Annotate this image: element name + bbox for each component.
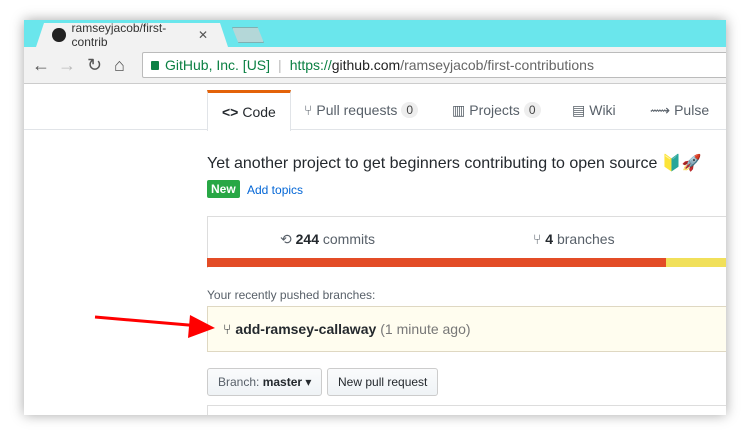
commits-label: commits [322, 231, 375, 247]
page-content: <> Code ⑂ Pull requests 0 ▥ Projects 0 ▤ Wiki … [24, 85, 726, 415]
branch-select-button[interactable]: Branch: master ▾ [207, 368, 323, 396]
tab-code[interactable]: <> Code [207, 90, 291, 131]
branch-icon: ⑂ [223, 321, 232, 337]
tab-pulse[interactable]: ⟿ Pulse [650, 90, 709, 130]
tab-pull-requests[interactable]: ⑂ Pull requests 0 [304, 90, 419, 130]
code-icon: <> [222, 104, 239, 120]
tab-label: Wiki [589, 102, 616, 118]
security-label: GitHub, Inc. [US] [165, 57, 271, 73]
new-pull-request-button[interactable]: New pull request [327, 368, 439, 396]
branch-name: master [262, 375, 303, 389]
language-bar[interactable] [207, 258, 726, 267]
caret-down-icon: ▾ [305, 375, 312, 389]
toolbar: ← → ↻ ⌂ GitHub, Inc. [US] | https://gith… [24, 47, 726, 84]
branches-count: 4 [545, 231, 554, 247]
github-icon [52, 28, 66, 42]
branch-time: (1 minute ago) [380, 321, 471, 337]
new-pr-label: New pull request [338, 375, 428, 389]
history-icon: ⟲ [280, 231, 292, 247]
url-host: github.com [331, 57, 401, 73]
new-tab-button[interactable] [232, 27, 264, 43]
pull-request-icon: ⑂ [304, 102, 313, 118]
pulse-icon: ⟿ [650, 101, 671, 118]
branches-label: branches [556, 231, 615, 247]
tab-strip: ramseyjacob/first-contrib ✕ [24, 20, 726, 47]
home-icon[interactable]: ⌂ [114, 55, 125, 76]
tab-label: Pull requests [316, 102, 398, 118]
close-tab-icon[interactable]: ✕ [198, 28, 208, 42]
add-topics-link[interactable]: Add topics [247, 183, 303, 197]
tab-label: Projects [469, 102, 520, 118]
recent-branches-label: Your recently pushed branches: [207, 288, 376, 302]
tab-label: Pulse [674, 102, 710, 118]
tab-label: Code [242, 104, 276, 120]
repo-nav: <> Code ⑂ Pull requests 0 ▥ Projects 0 ▤ Wiki … [24, 90, 726, 131]
url-path: /ramseyjacob/first-contributions [400, 57, 594, 73]
book-icon: ▤ [572, 101, 586, 118]
branch-prefix: Branch: [218, 375, 260, 389]
branch-link[interactable]: add-ramsey-callaway [235, 321, 376, 337]
commits-link[interactable]: ⟲ 244 commits [280, 231, 375, 248]
count-badge: 0 [523, 102, 541, 118]
browser-tab[interactable]: ramseyjacob/first-contrib ✕ [36, 23, 228, 47]
tab-wiki[interactable]: ▤ Wiki [572, 90, 616, 130]
tab-title: ramseyjacob/first-contrib [71, 21, 167, 49]
url-scheme: https:// [289, 57, 332, 73]
language-segment[interactable] [666, 258, 726, 267]
branch-icon: ⑂ [533, 231, 542, 247]
tab-projects[interactable]: ▥ Projects 0 [452, 90, 541, 130]
new-badge: New [207, 180, 240, 198]
lock-icon [151, 60, 159, 70]
project-icon: ▥ [452, 101, 466, 118]
repo-description: Yet another project to get beginners con… [207, 155, 702, 172]
language-segment[interactable] [207, 258, 666, 267]
file-list [207, 405, 726, 415]
reload-icon[interactable]: ↻ [87, 55, 102, 76]
count-badge: 0 [401, 102, 419, 118]
browser-window: ramseyjacob/first-contrib ✕ ← → ↻ ⌂ GitH… [24, 20, 726, 415]
recent-branch-item: ⑂ add-ramsey-callaway (1 minute ago) [207, 306, 726, 352]
address-bar[interactable]: GitHub, Inc. [US] | https://github.com/r… [142, 52, 726, 78]
back-icon[interactable]: ← [32, 55, 50, 76]
commits-count: 244 [295, 231, 319, 247]
branches-link[interactable]: ⑂ 4 branches [533, 231, 615, 247]
forward-icon[interactable]: → [58, 55, 76, 76]
